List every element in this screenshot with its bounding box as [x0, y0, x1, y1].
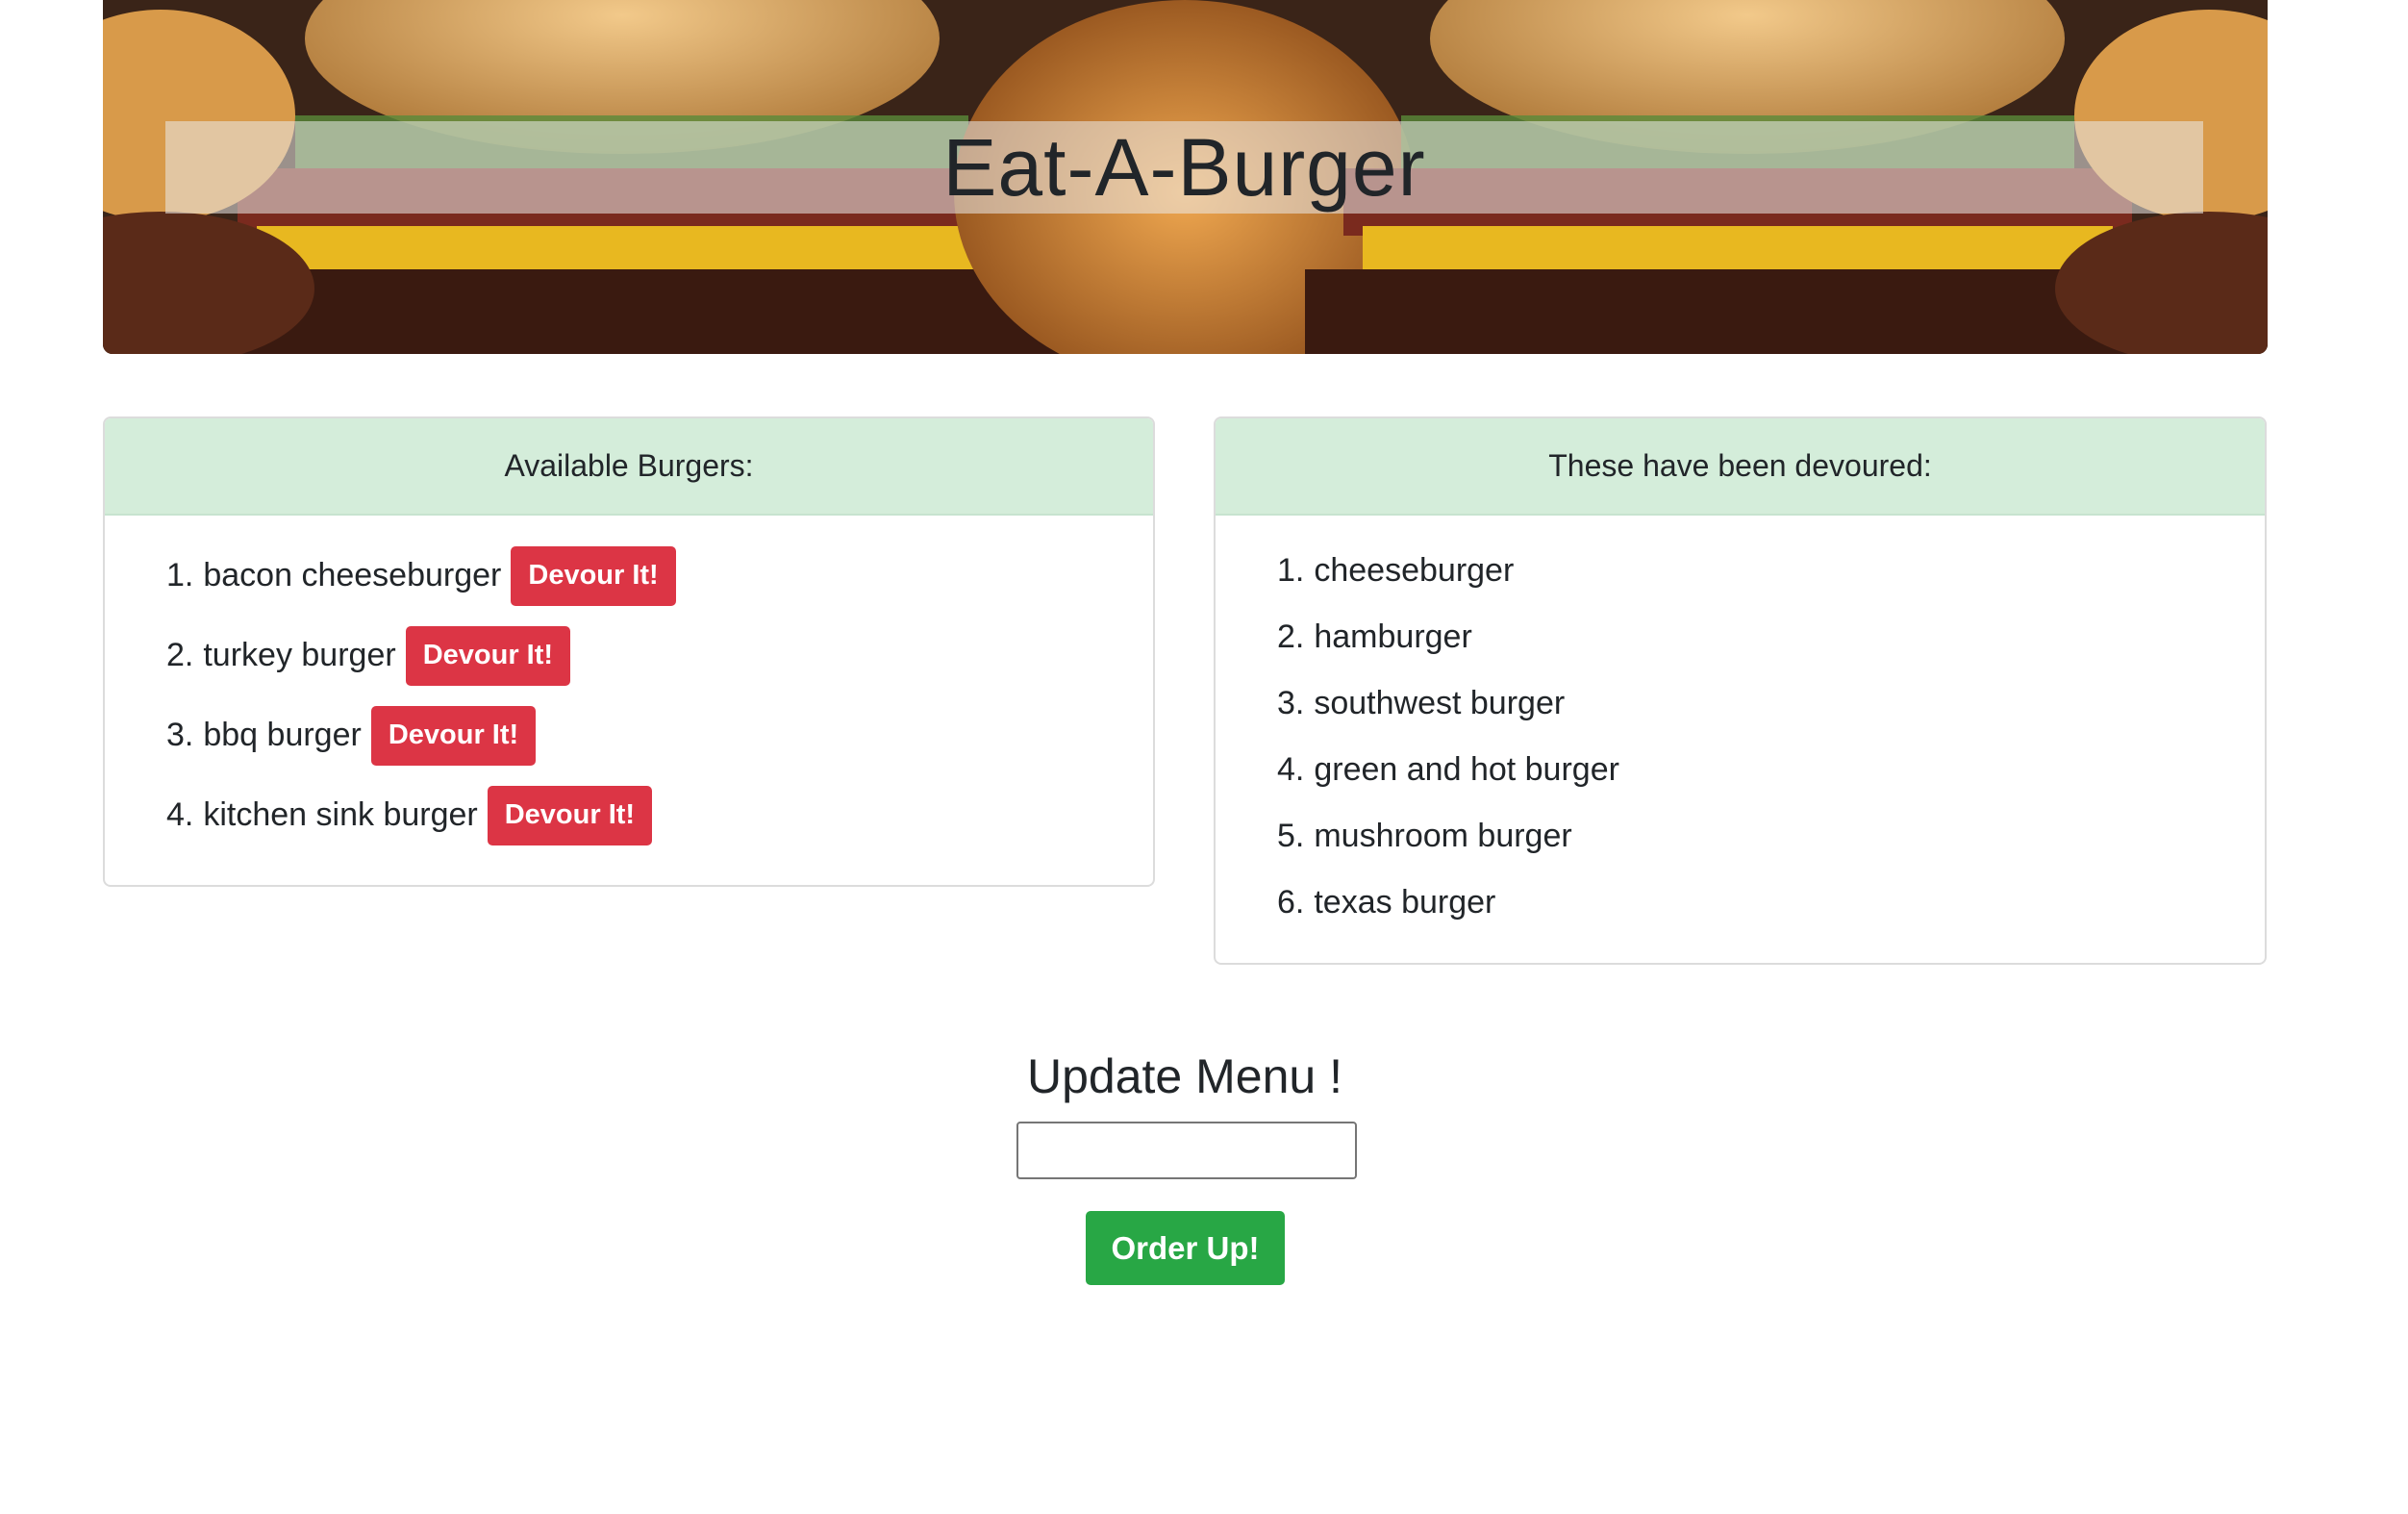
- page: Eat-A-Burger Available Burgers: 1. bacon…: [0, 0, 2408, 1514]
- page-title: Eat-A-Burger: [942, 121, 1426, 213]
- available-burgers-list: 1. bacon cheeseburger Devour It! 2. turk…: [105, 516, 1153, 855]
- item-number: 2.: [1277, 618, 1305, 655]
- item-number: 4.: [1277, 751, 1305, 788]
- burger-name: texas burger: [1314, 884, 1496, 921]
- devour-button[interactable]: Devour It!: [405, 625, 571, 686]
- devour-button[interactable]: Devour It!: [511, 545, 676, 606]
- burger-name: southwest burger: [1314, 685, 1566, 721]
- burger-name: cheeseburger: [1314, 552, 1515, 589]
- list-item: 2. turkey burger Devour It!: [166, 616, 1153, 695]
- item-number: 2.: [166, 637, 194, 673]
- hero-banner: Eat-A-Burger: [103, 0, 2268, 354]
- list-item: 1. bacon cheeseburger Devour It!: [166, 536, 1153, 616]
- available-burgers-card: Available Burgers: 1. bacon cheeseburger…: [103, 416, 1155, 887]
- item-number: 6.: [1277, 884, 1305, 921]
- devoured-burgers-list: 1. cheeseburger 2. hamburger 3. southwes…: [1216, 516, 2265, 936]
- burger-name: bacon cheeseburger: [203, 557, 502, 593]
- item-number: 1.: [1277, 552, 1305, 589]
- title-strip: Eat-A-Burger: [165, 121, 2203, 214]
- item-number: 4.: [166, 796, 194, 833]
- devoured-burgers-heading: These have been devoured:: [1216, 418, 2265, 516]
- devoured-burgers-card: These have been devoured: 1. cheeseburge…: [1214, 416, 2267, 965]
- list-item: 2. hamburger: [1277, 604, 2265, 670]
- item-number: 1.: [166, 557, 194, 593]
- burger-name-input[interactable]: [1016, 1122, 1357, 1179]
- list-item: 3. southwest burger: [1277, 670, 2265, 737]
- burger-name: kitchen sink burger: [203, 796, 478, 833]
- order-up-button[interactable]: Order Up!: [1086, 1211, 1285, 1285]
- devour-button[interactable]: Devour It!: [487, 785, 653, 845]
- devour-button[interactable]: Devour It!: [370, 705, 537, 766]
- burger-name: mushroom burger: [1314, 818, 1572, 854]
- list-item: 6. texas burger: [1277, 870, 2265, 936]
- burger-name: hamburger: [1314, 618, 1472, 655]
- list-item: 4. green and hot burger: [1277, 737, 2265, 803]
- available-burgers-heading: Available Burgers:: [105, 418, 1153, 516]
- list-item: 3. bbq burger Devour It!: [166, 695, 1153, 775]
- item-number: 3.: [166, 717, 194, 753]
- burger-name: green and hot burger: [1314, 751, 1619, 788]
- item-number: 3.: [1277, 685, 1305, 721]
- burger-name: turkey burger: [203, 637, 396, 673]
- list-item: 4. kitchen sink burger Devour It!: [166, 775, 1153, 855]
- list-item: 5. mushroom burger: [1277, 803, 2265, 870]
- item-number: 5.: [1277, 818, 1305, 854]
- update-menu-heading: Update Menu !: [1027, 1049, 1342, 1103]
- list-item: 1. cheeseburger: [1277, 538, 2265, 604]
- burger-name: bbq burger: [203, 717, 362, 753]
